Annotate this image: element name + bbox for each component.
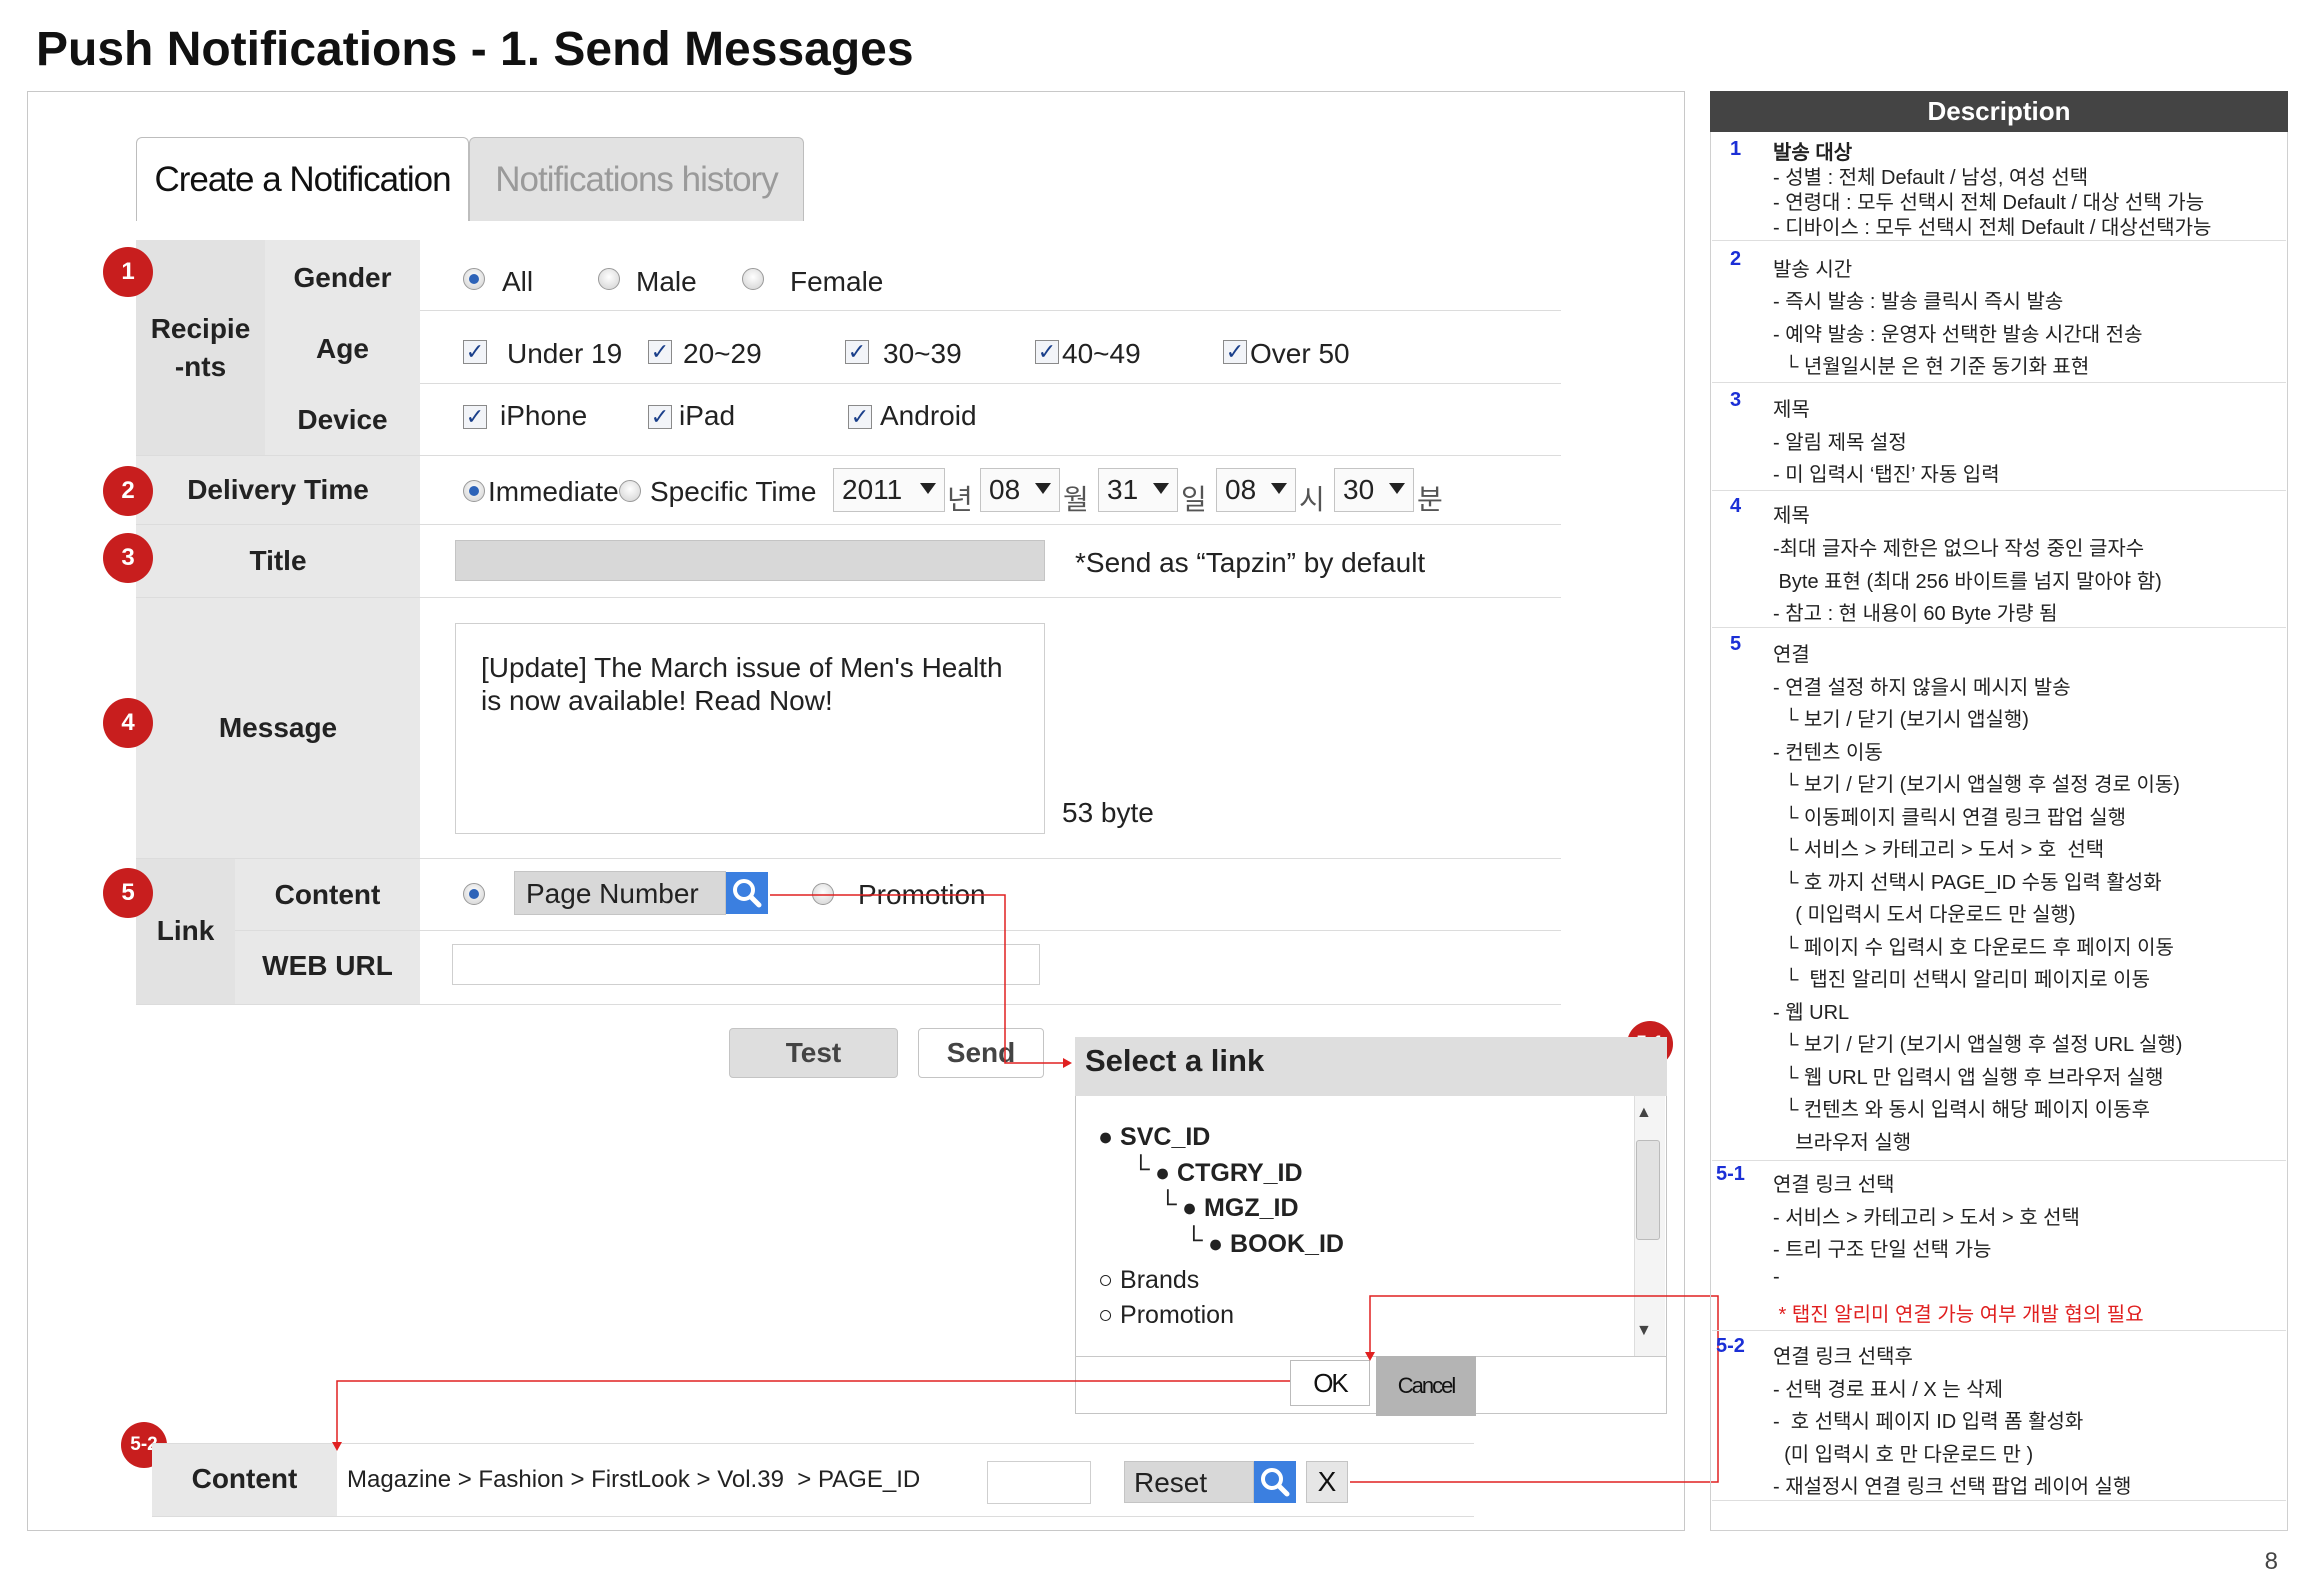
desc-5-line-7: └ 호 까지 선택시 PAGE_ID 수동 입력 활성화 (1773, 872, 2162, 894)
desc-51-line-1: - 서비스 > 카테고리 > 도서 > 호 선택 (1773, 1207, 2080, 1229)
desc-5-line-3: - 컨텐츠 이동 (1773, 742, 1883, 764)
desc-5-line-8: ( 미입력시 도서 다운로드 만 실행) (1773, 904, 2076, 926)
page-number: 8 (2264, 1548, 2278, 1575)
desc-4-line-3: - 참고 : 현 내용이 60 Byte 가량 됨 (1773, 603, 2058, 625)
desc-num-5: 5 (1730, 633, 1742, 655)
arrow-x-to-popup (1350, 1295, 1719, 1483)
desc-51-line-0: 연결 링크 선택 (1773, 1174, 1895, 1196)
desc-3-line-0: 제목 (1773, 399, 1810, 421)
arrowhead-1 (1063, 1058, 1072, 1068)
desc-5-line-10: └ 탭진 알리미 선택시 알리미 페이지로 이동 (1773, 969, 2150, 991)
arrowhead-3 (1365, 1352, 1375, 1361)
desc-num-4: 4 (1730, 495, 1742, 517)
desc-1-line-3: - 디바이스 : 모두 선택시 전체 Default / 대상선택가능 (1773, 217, 2212, 239)
arrow-ok-to-content (336, 1380, 1290, 1445)
desc-3-line-1: - 알림 제목 설정 (1773, 432, 1907, 454)
desc-52-line-4: - 재설정시 연결 링크 선택 팝업 레이어 실행 (1773, 1476, 2132, 1498)
desc-5-line-14: └ 컨텐츠 와 동시 입력시 해당 페이지 이동후 (1773, 1099, 2150, 1121)
desc-5-line-15: 브라우저 실행 (1773, 1132, 1912, 1154)
desc-5-line-1: - 연결 설정 하지 않을시 메시지 발송 (1773, 677, 2071, 699)
desc-5-line-13: └ 웹 URL 만 입력시 앱 실행 후 브라우저 실행 (1773, 1067, 2164, 1089)
desc-2-line-0: 발송 시간 (1773, 259, 1853, 281)
arrow-search-to-popup (770, 894, 1065, 1064)
desc-5-line-11: - 웹 URL (1773, 1002, 1850, 1024)
desc-3-line-2: - 미 입력시 ‘탭진’ 자동 입력 (1773, 464, 2000, 486)
desc-2-line-1: - 즉시 발송 : 발송 클릭시 즉시 발송 (1773, 291, 2064, 313)
desc-4-line-0: 제목 (1773, 505, 1810, 527)
desc-5-line-4: └ 보기 / 닫기 (보기시 앱실행 후 설정 경로 이동) (1773, 774, 2180, 796)
desc-5-line-12: └ 보기 / 닫기 (보기시 앱실행 후 설정 URL 실행) (1773, 1034, 2183, 1056)
arrowhead-2 (332, 1442, 342, 1451)
desc-num-5-2: 5-2 (1716, 1335, 1745, 1357)
desc-5-line-6: └ 서비스 > 카테고리 > 도서 > 호 선택 (1773, 839, 2105, 861)
desc-4-line-2: Byte 표현 (최대 256 바이트를 넘지 말아야 함) (1773, 571, 2162, 593)
desc-51-line-2: - 트리 구조 단일 선택 가능 (1773, 1239, 1992, 1261)
desc-num-3: 3 (1730, 389, 1742, 411)
desc-num-1: 1 (1730, 138, 1742, 160)
desc-52-line-2: - 호 선택시 페이지 ID 입력 폼 활성화 (1773, 1411, 2084, 1433)
desc-52-line-0: 연결 링크 선택후 (1773, 1346, 1913, 1368)
desc-5-line-0: 연결 (1773, 644, 1810, 666)
desc-2-line-2: - 예약 발송 : 운영자 선택한 발송 시간대 전송 (1773, 324, 2143, 346)
desc-num-2: 2 (1730, 248, 1742, 270)
desc-2-line-3: └ 년월일시분 은 현 기준 동기화 표현 (1773, 356, 2090, 378)
desc-51-red-note: * 탭진 알리미 연결 가능 여부 개발 협의 필요 (1773, 1304, 2144, 1326)
desc-52-line-3: (미 입력시 호 만 다운로드 만 ) (1773, 1444, 2034, 1466)
desc-num-5-1: 5-1 (1716, 1163, 1745, 1185)
desc-4-line-1: -최대 글자수 제한은 없으나 작성 중인 글자수 (1773, 538, 2145, 560)
desc-52-line-1: - 선택 경로 표시 / X 는 삭제 (1773, 1379, 2004, 1401)
desc-5-line-9: └ 페이지 수 입력시 호 다운로드 후 페이지 이동 (1773, 937, 2174, 959)
desc-51-line-3: - (1773, 1266, 1780, 1288)
desc-5-line-2: └ 보기 / 닫기 (보기시 앱실행) (1773, 709, 2029, 731)
description-heading: Description (1710, 91, 2288, 132)
desc-5-line-5: └ 이동페이지 클릭시 연결 링크 팝업 실행 (1773, 807, 2127, 829)
